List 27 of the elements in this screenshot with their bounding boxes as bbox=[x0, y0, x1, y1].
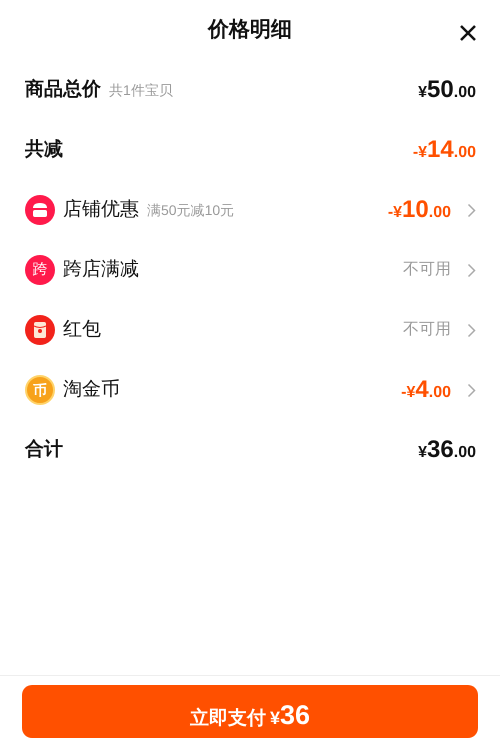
discount-label: 红包 bbox=[63, 318, 101, 342]
summary-label: 合计 bbox=[25, 438, 63, 462]
status-text: 不可用 bbox=[403, 260, 451, 280]
note-text: 共1件宝贝 bbox=[109, 80, 173, 100]
price: -¥10.00 bbox=[388, 195, 451, 225]
chevron-right-icon bbox=[467, 202, 476, 218]
note-text: 满50元减10元 bbox=[147, 200, 234, 220]
discount-label: 跨店满减 bbox=[63, 258, 139, 282]
sheet-title: 价格明细 bbox=[208, 17, 292, 44]
shop-icon bbox=[25, 195, 55, 225]
pay-button[interactable]: 立即支付 ¥36 bbox=[22, 685, 478, 738]
envelope-icon bbox=[25, 315, 55, 345]
discount-label: 淘金币 bbox=[63, 378, 120, 402]
summary-label: 共减 bbox=[25, 138, 63, 162]
price: ¥50.00 bbox=[418, 75, 476, 105]
coin-icon: 币 bbox=[25, 375, 55, 405]
close-icon[interactable] bbox=[459, 24, 477, 42]
cross-store-icon: 跨 bbox=[25, 255, 55, 285]
chevron-right-icon bbox=[467, 382, 476, 398]
chevron-right-icon bbox=[467, 322, 476, 338]
summary-label: 商品总价 bbox=[25, 78, 101, 102]
status-text: 不可用 bbox=[403, 320, 451, 340]
chevron-right-icon bbox=[467, 262, 476, 278]
price: -¥4.00 bbox=[401, 375, 451, 405]
price: -¥14.00 bbox=[412, 135, 476, 165]
price: ¥36.00 bbox=[418, 435, 476, 465]
discount-label: 店铺优惠 bbox=[63, 198, 139, 222]
